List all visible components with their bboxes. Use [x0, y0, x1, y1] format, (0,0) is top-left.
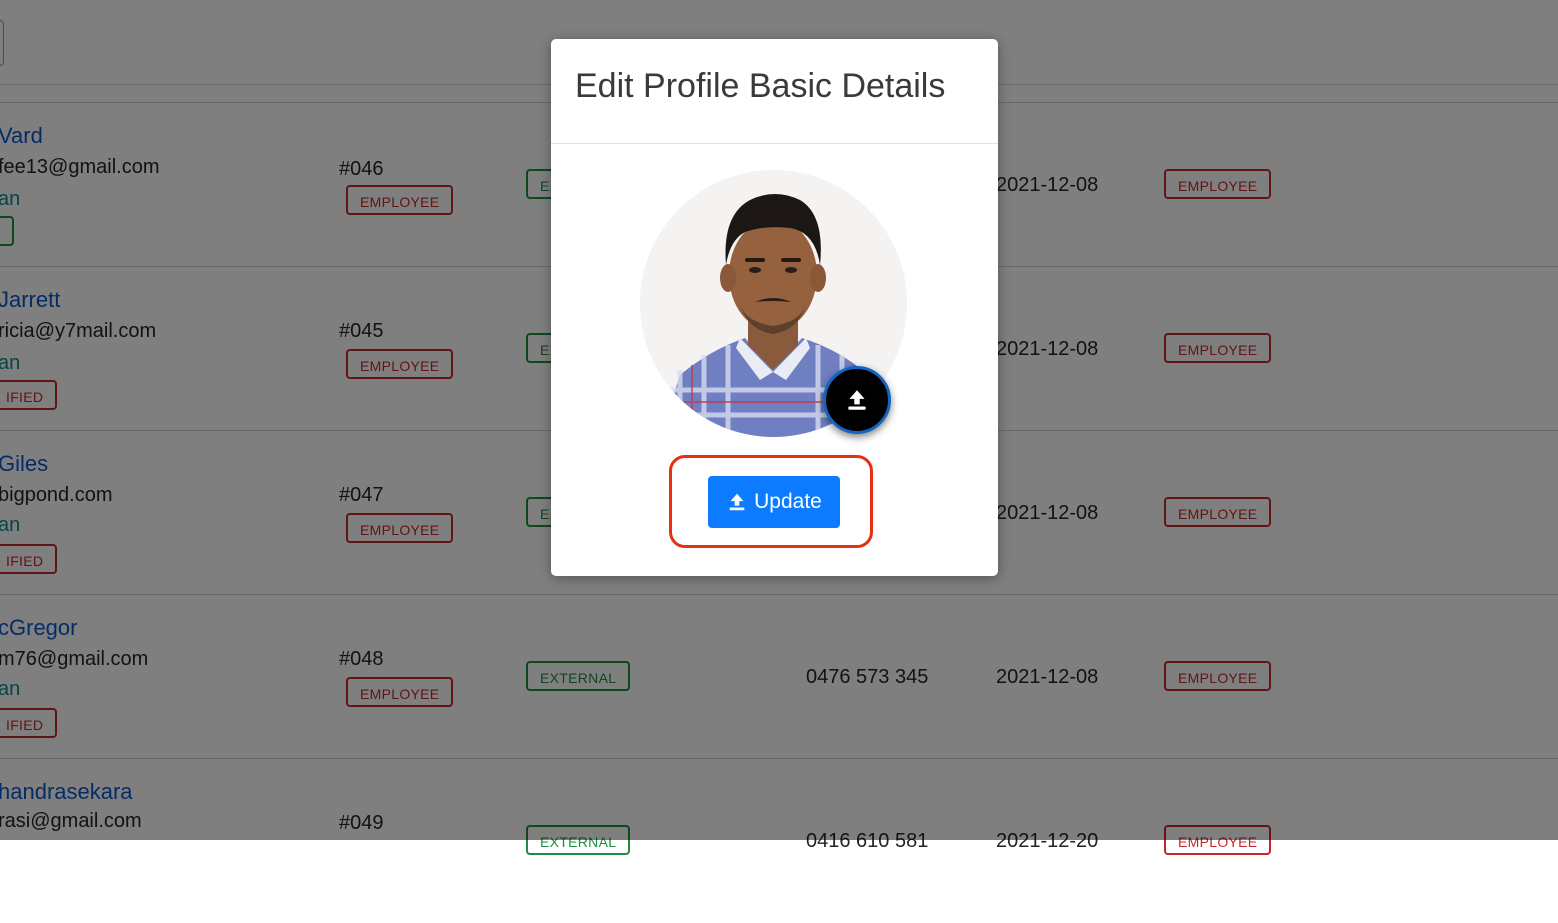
modal-title: Edit Profile Basic Details [575, 67, 946, 105]
upload-icon [729, 493, 745, 511]
photo-upload-button[interactable] [823, 366, 891, 434]
edit-profile-modal: Edit Profile Basic Details Update [551, 39, 998, 576]
modal-header: Edit Profile Basic Details [551, 39, 998, 144]
update-button-label: Update [754, 490, 822, 513]
profile-photo-container [640, 170, 907, 437]
update-button[interactable]: Update [708, 476, 840, 528]
upload-icon [848, 390, 866, 410]
